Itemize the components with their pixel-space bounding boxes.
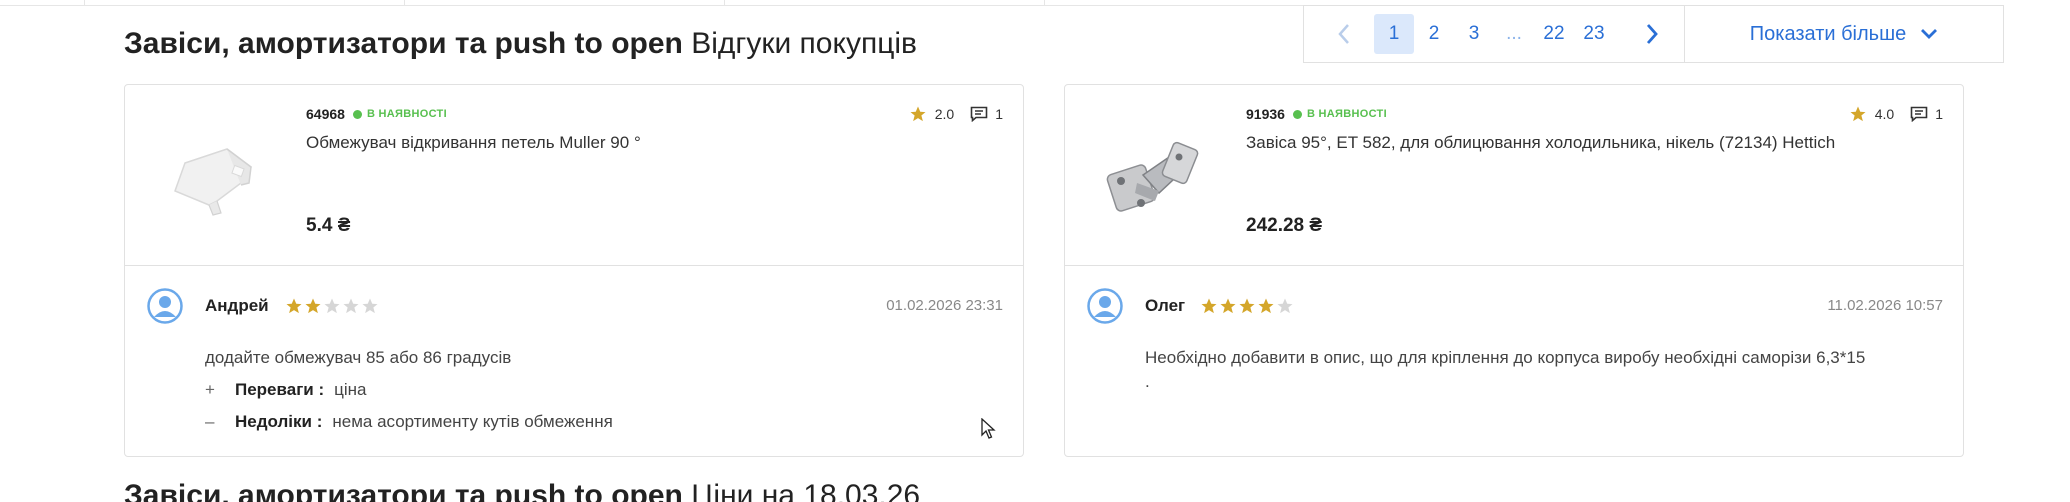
review-text-line2: . — [1145, 372, 1150, 391]
divider-tick — [404, 0, 405, 6]
product-block[interactable]: 91936 В НАЯВНОСТІ Завіса 95°, ET 582, дл… — [1065, 85, 1963, 266]
page-link-22[interactable]: 22 — [1534, 14, 1574, 54]
divider-tick — [1044, 0, 1045, 6]
review-card: 91936 В НАЯВНОСТІ Завіса 95°, ET 582, дл… — [1064, 84, 1964, 457]
comment-icon — [1910, 106, 1928, 122]
mouse-cursor-icon — [981, 418, 996, 439]
prices-section-title: Завіси, амортизатори та push to open Цін… — [124, 476, 920, 502]
divider-tick — [84, 0, 85, 6]
show-more-label: Показати більше — [1749, 22, 1907, 45]
show-more-button[interactable]: Показати більше — [1684, 5, 2004, 63]
star-filled-icon — [1239, 298, 1255, 314]
product-block[interactable]: 64968 В НАЯВНОСТІ Обмежувач відкривання … — [125, 85, 1023, 266]
section-title-bold: Завіси, амортизатори та push to open — [124, 479, 683, 502]
comments-count[interactable]: 1 — [1910, 106, 1943, 122]
product-rating: 2.0 — [934, 106, 955, 122]
stock-status-label: В НАЯВНОСТІ — [366, 108, 447, 120]
comments-count-value: 1 — [995, 106, 1003, 122]
product-price: 5.4 ₴ — [306, 215, 351, 236]
product-code-row: 64968 В НАЯВНОСТІ — [306, 106, 447, 122]
cons-value: нема асортименту кутів обмеження — [332, 412, 613, 431]
pros-value: ціна — [334, 380, 367, 399]
pros-label: Переваги : — [235, 380, 325, 399]
user-avatar-icon — [1087, 288, 1123, 324]
review-pros: + Переваги : ціна — [205, 380, 366, 400]
review-card: 64968 В НАЯВНОСТІ Обмежувач відкривання … — [124, 84, 1024, 457]
user-avatar-icon — [147, 288, 183, 324]
review-date: 01.02.2026 23:31 — [886, 297, 1003, 314]
star-empty-icon — [343, 298, 359, 314]
star-filled-icon — [1220, 298, 1236, 314]
star-icon — [910, 106, 926, 122]
divider-tick — [724, 0, 725, 6]
review-stars — [1200, 297, 1294, 315]
page-link-2[interactable]: 2 — [1414, 14, 1454, 54]
prev-page-button[interactable] — [1324, 14, 1364, 54]
product-name-link[interactable]: Завіса 95°, ET 582, для облицювання холо… — [1246, 133, 1835, 153]
comments-count[interactable]: 1 — [970, 106, 1003, 122]
section-title-sub: Відгуки покупців — [691, 27, 917, 60]
product-rating: 4.0 — [1874, 106, 1895, 122]
top-divider — [0, 0, 1345, 6]
review-body: Андрей 01.02.2026 23:31 додайте обмежува… — [125, 266, 1023, 457]
cons-label: Недоліки : — [235, 412, 323, 431]
review-author: Олег — [1145, 296, 1186, 315]
review-date: 11.02.2026 10:57 — [1827, 297, 1943, 314]
section-title-sub: Ціни на 18.03.26 — [691, 479, 921, 502]
reviews-section-title: Завіси, амортизатори та push to open Від… — [124, 24, 917, 64]
star-filled-icon — [286, 298, 302, 314]
star-filled-icon — [1258, 298, 1274, 314]
review-text: додайте обмежувач 85 або 86 градусів — [205, 348, 512, 367]
review-stars — [285, 297, 379, 315]
star-empty-icon — [1277, 298, 1293, 314]
section-title-bold: Завіси, амортизатори та push to open — [124, 27, 683, 60]
star-empty-icon — [362, 298, 378, 314]
review-cons: – Недоліки : нема асортименту кутів обме… — [205, 412, 613, 432]
star-icon — [1850, 106, 1866, 122]
chevron-left-icon — [1338, 24, 1349, 44]
review-body: Олег 11.02.2026 10:57 Необхідно добавити… — [1065, 266, 1963, 457]
product-meta: 4.0 1 — [1849, 105, 1943, 123]
next-page-button[interactable] — [1632, 14, 1672, 54]
product-image[interactable] — [157, 123, 267, 233]
product-price: 242.28 ₴ — [1246, 215, 1323, 236]
page-ellipsis: ... — [1506, 23, 1522, 44]
chevron-down-icon — [1921, 29, 1938, 39]
cons-sign: – — [205, 412, 215, 431]
pros-sign: + — [205, 380, 215, 399]
stock-status-label: В НАЯВНОСТІ — [1306, 108, 1387, 120]
star-filled-icon — [305, 298, 321, 314]
stock-status: В НАЯВНОСТІ — [1292, 108, 1387, 120]
product-code: 91936 — [1246, 106, 1285, 122]
product-image[interactable] — [1097, 123, 1207, 233]
review-text: Необхідно добавити в опис, що для кріпле… — [1145, 348, 1866, 367]
chevron-right-icon — [1646, 24, 1658, 44]
product-name-link[interactable]: Обмежувач відкривання петель Muller 90 ° — [306, 133, 641, 153]
review-author: Андрей — [205, 296, 269, 315]
stock-dot-icon — [352, 109, 362, 119]
product-meta: 2.0 1 — [909, 105, 1003, 123]
page-link-3[interactable]: 3 — [1454, 14, 1494, 54]
product-code-row: 91936 В НАЯВНОСТІ — [1246, 106, 1387, 122]
product-code: 64968 — [306, 106, 345, 122]
pagination: 1 2 3 ... 22 23 — [1303, 5, 1685, 63]
star-empty-icon — [324, 298, 340, 314]
star-filled-icon — [1201, 298, 1217, 314]
comments-count-value: 1 — [1935, 106, 1943, 122]
stock-status: В НАЯВНОСТІ — [352, 108, 447, 120]
page-link-1[interactable]: 1 — [1374, 14, 1414, 54]
page-link-23[interactable]: 23 — [1574, 14, 1614, 54]
stock-dot-icon — [1292, 109, 1302, 119]
comment-icon — [970, 106, 988, 122]
